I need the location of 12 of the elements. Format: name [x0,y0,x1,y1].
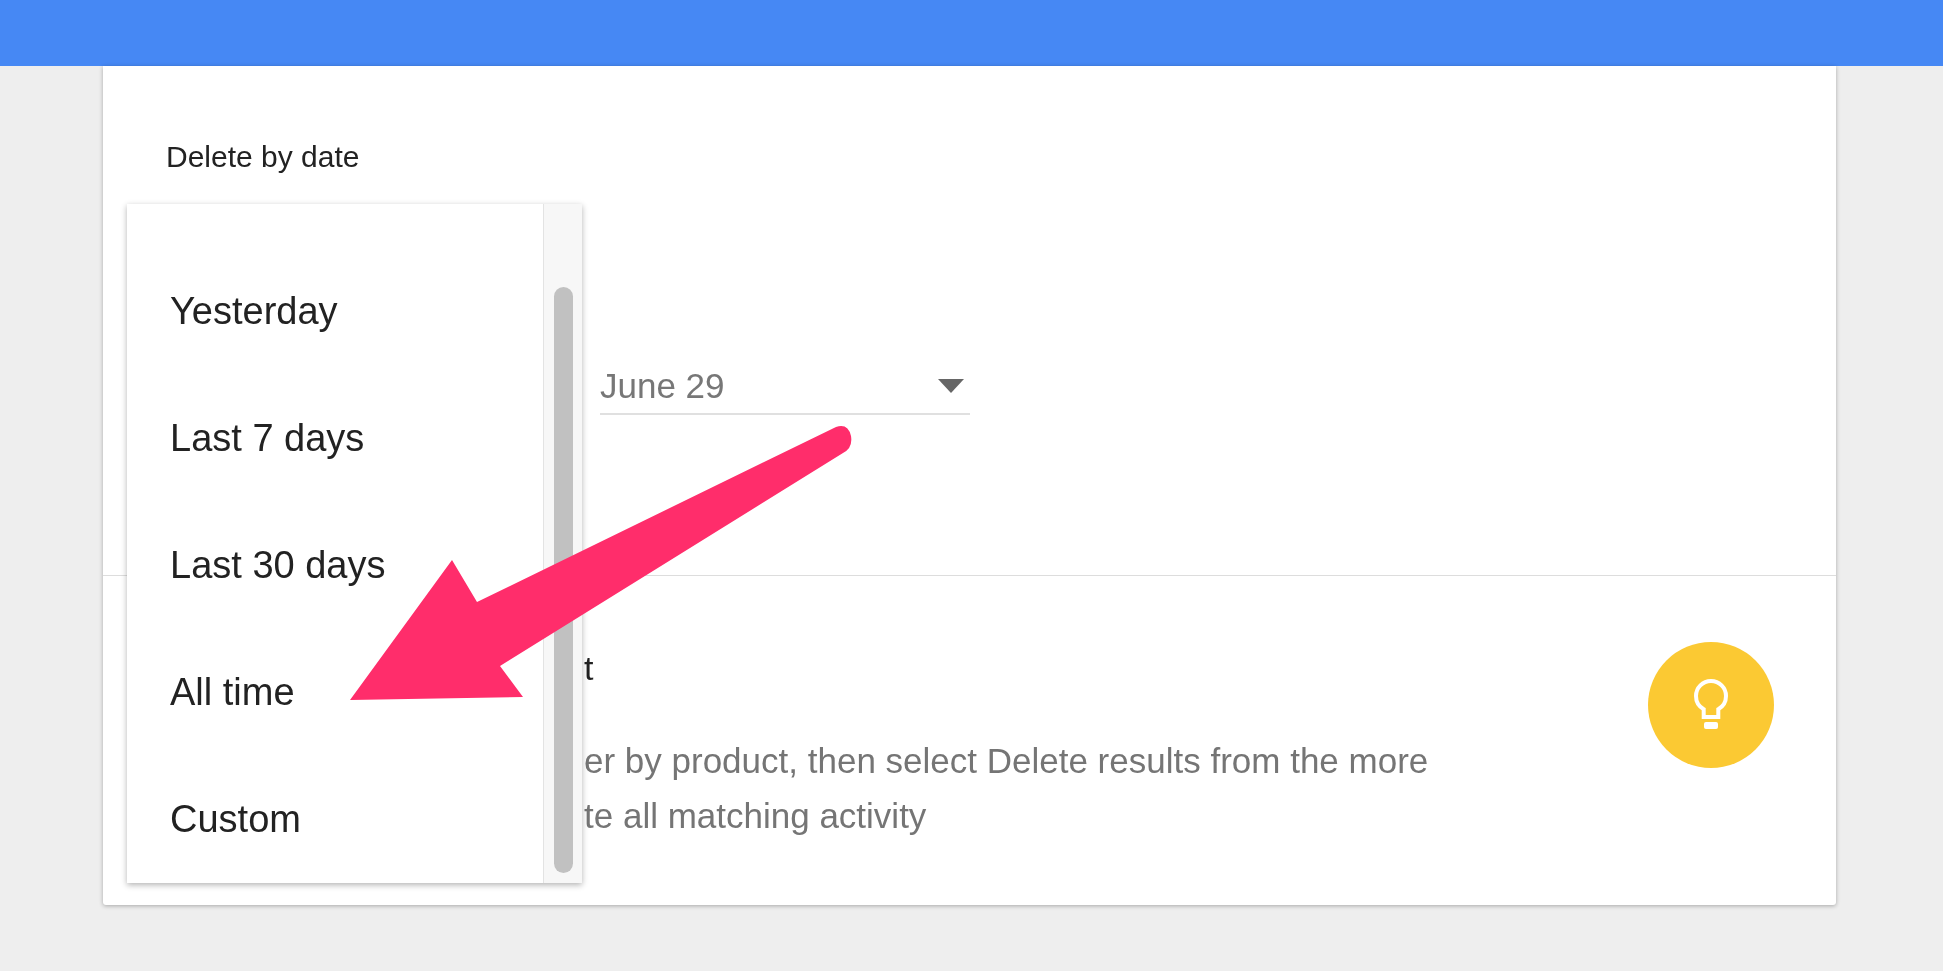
menu-item[interactable]: All time [170,664,295,721]
section-title: Delete by date [166,140,360,174]
menu-item[interactable]: Custom [170,791,301,848]
menu-item[interactable]: Last 30 days [170,537,386,594]
tip-title: t [584,648,594,689]
menu-item[interactable]: Last 7 days [170,410,365,467]
date-dropdown[interactable]: June 29 [600,359,970,415]
tip-text: te all matching activity [584,795,928,837]
lightbulb-icon [1694,679,1728,731]
tip-text: er by product, then select Delete results from the more [584,740,1429,782]
menu-item[interactable]: Yesterday [170,283,338,340]
caret-icon [938,379,964,393]
